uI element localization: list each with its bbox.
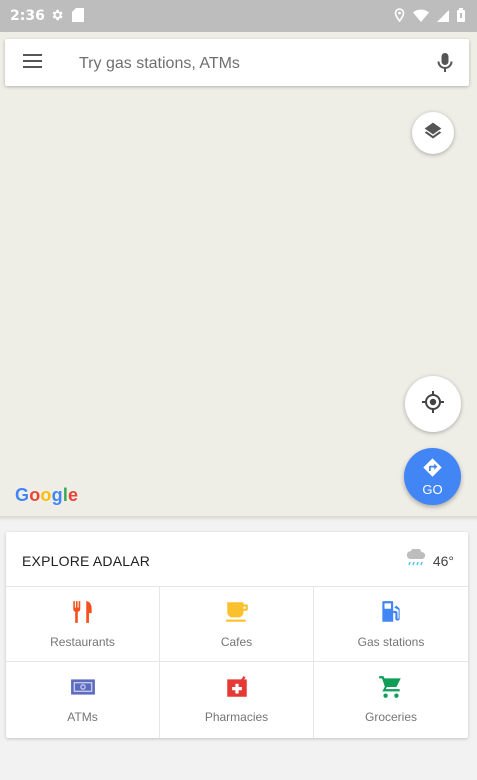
cafe-icon	[224, 599, 250, 630]
grocery-cart-icon	[378, 674, 404, 705]
category-cafes[interactable]: Cafes	[160, 587, 314, 662]
logo-letter: g	[51, 485, 63, 505]
microphone-icon[interactable]	[436, 51, 454, 75]
explore-header: EXPLORE ADALAR 46°	[6, 532, 468, 587]
status-time: 2:36	[10, 8, 45, 24]
wifi-icon	[413, 9, 429, 27]
category-grid: Restaurants Cafes Gas stations ATMs Phar…	[6, 587, 468, 738]
hamburger-menu-icon[interactable]	[23, 54, 43, 70]
category-label: ATMs	[67, 710, 98, 724]
my-location-crosshair-icon	[421, 390, 445, 419]
location-pin-icon	[394, 8, 405, 27]
category-label: Gas stations	[357, 635, 425, 649]
go-label: GO	[422, 482, 443, 497]
weather-temperature: 46°	[432, 552, 454, 569]
category-label: Cafes	[220, 635, 253, 649]
restaurant-icon	[70, 599, 96, 630]
logo-letter: e	[68, 485, 79, 505]
search-bar	[5, 39, 469, 86]
weather-widget[interactable]: 46°	[405, 547, 454, 572]
category-atms[interactable]: ATMs	[6, 662, 160, 738]
signal-icon	[437, 9, 449, 27]
category-label: Restaurants	[50, 635, 115, 649]
my-location-button[interactable]	[405, 376, 461, 432]
category-label: Pharmacies	[204, 710, 269, 724]
category-gas-stations[interactable]: Gas stations	[314, 587, 468, 662]
explore-title: EXPLORE ADALAR	[22, 553, 151, 569]
map-view[interactable]	[0, 32, 477, 520]
sd-card-icon	[72, 8, 84, 27]
category-pharmacies[interactable]: Pharmacies	[160, 662, 314, 738]
google-logo: Google	[15, 485, 78, 506]
pharmacy-icon	[224, 674, 250, 705]
layers-icon	[423, 121, 443, 146]
category-restaurants[interactable]: Restaurants	[6, 587, 160, 662]
layers-button[interactable]	[412, 112, 454, 154]
search-input[interactable]	[77, 49, 411, 79]
category-groceries[interactable]: Groceries	[314, 662, 468, 738]
settings-gear-icon	[50, 8, 64, 27]
gas-station-icon	[378, 599, 404, 630]
status-bar: 2:36	[0, 0, 477, 32]
go-directions-button[interactable]: GO	[404, 448, 461, 505]
rain-cloud-icon	[405, 547, 427, 572]
logo-letter: o	[40, 485, 52, 505]
directions-arrow-icon	[422, 457, 443, 483]
logo-letter: G	[15, 485, 30, 505]
battery-icon	[457, 8, 465, 27]
explore-card: EXPLORE ADALAR 46° Restaurants Cafes Gas…	[6, 532, 468, 738]
atm-icon	[70, 674, 96, 705]
logo-letter: o	[29, 485, 41, 505]
category-label: Groceries	[364, 710, 417, 724]
